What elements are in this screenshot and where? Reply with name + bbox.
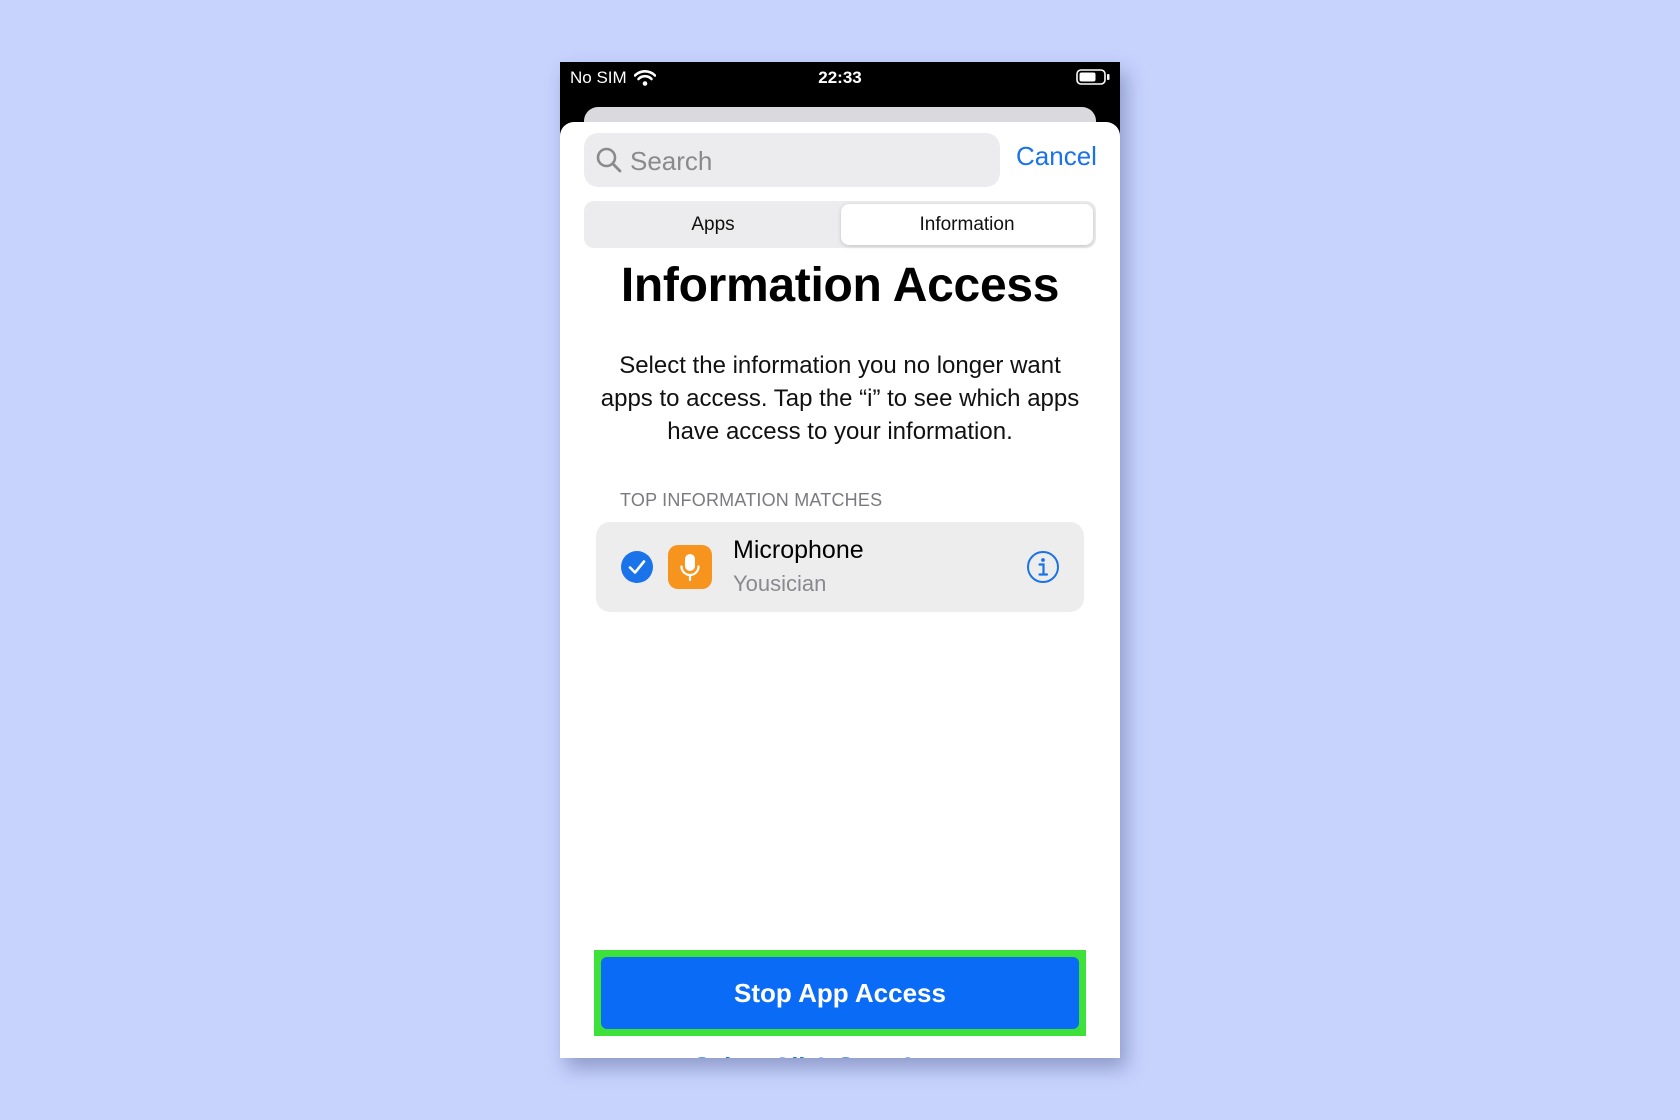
tab-apps[interactable]: Apps: [587, 204, 839, 245]
tab-information[interactable]: Information: [841, 204, 1093, 245]
list-item-microphone[interactable]: Microphone Yousician: [596, 522, 1084, 612]
page-title: Information Access: [620, 259, 1060, 312]
checkmark-icon[interactable]: [621, 551, 653, 583]
microphone-icon: [668, 545, 712, 589]
status-time: 22:33: [818, 68, 862, 87]
access-sheet: Cancel Apps Information Information Acce…: [560, 122, 1120, 1058]
page-description: Select the information you no longer wan…: [600, 352, 1080, 445]
search-icon: [596, 147, 622, 173]
battery-icon: [1076, 69, 1110, 85]
segmented-control: Apps Information: [584, 201, 1096, 248]
phone-screen: No SIM 22:33 Cancel Apps Information: [560, 62, 1120, 1058]
stop-app-access-button[interactable]: Stop App Access: [601, 957, 1079, 1029]
section-header: TOP INFORMATION MATCHES: [620, 490, 883, 510]
info-icon[interactable]: [1026, 550, 1060, 584]
cancel-button[interactable]: Cancel: [1016, 138, 1106, 174]
search-input[interactable]: [628, 133, 992, 189]
list-item-subtitle: Yousician: [733, 571, 827, 596]
list-item-title: Microphone: [733, 536, 864, 564]
select-all-stop-access-button[interactable]: Select All & Stop Access: [640, 1047, 1040, 1059]
search-bar[interactable]: [584, 133, 1000, 189]
status-bar: No SIM 22:33: [560, 62, 1120, 106]
